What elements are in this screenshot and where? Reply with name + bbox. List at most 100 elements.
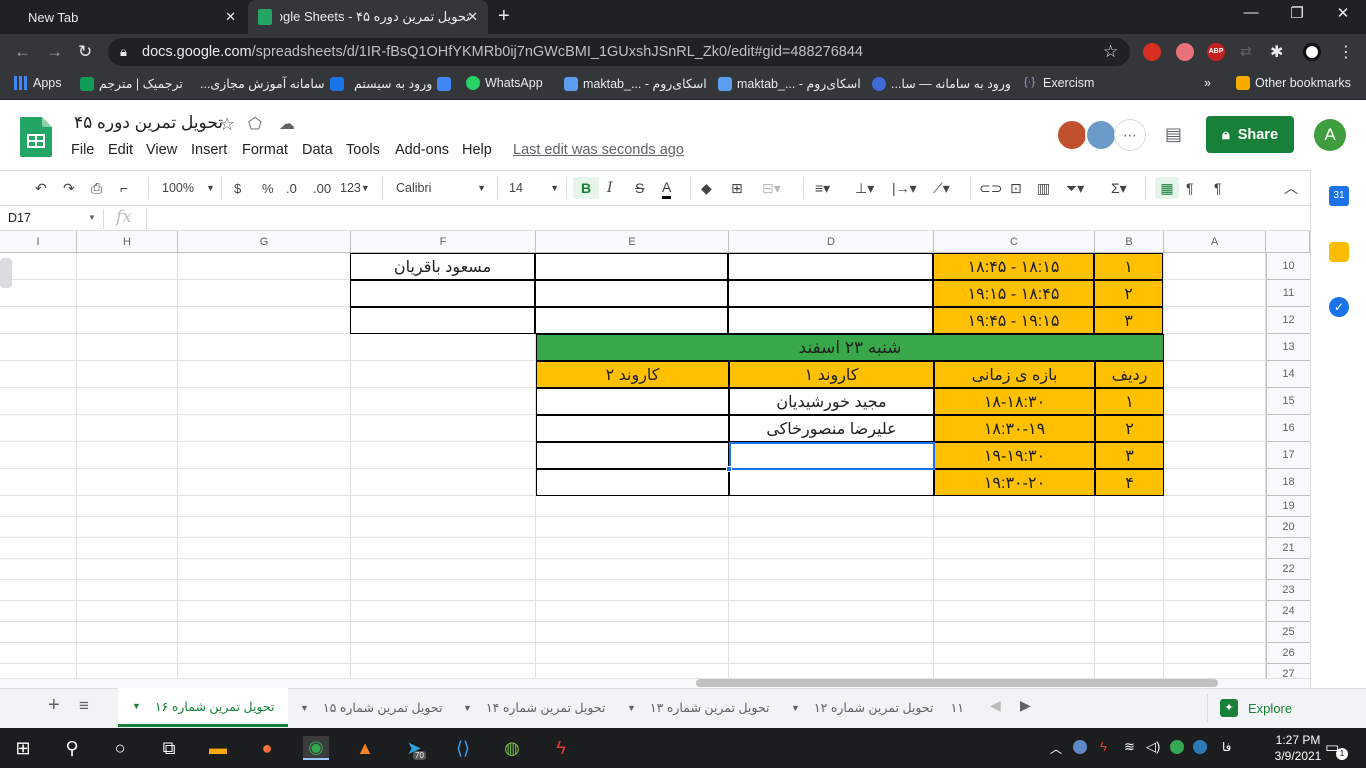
cell-G24[interactable] xyxy=(178,601,351,622)
row-header-15[interactable]: 15 xyxy=(1266,388,1310,415)
cell-A25[interactable] xyxy=(1164,622,1266,643)
borders-icon[interactable]: ⊞ xyxy=(731,177,743,199)
row-header-17[interactable]: 17 xyxy=(1266,442,1310,469)
forward-arrow-icon[interactable]: → xyxy=(46,42,63,62)
cell-I21[interactable] xyxy=(0,538,77,559)
bookmark-login[interactable]: ورود به سیستم xyxy=(354,76,452,91)
italic-icon[interactable]: I xyxy=(607,177,613,199)
cell-D14[interactable]: کاروند ۱ xyxy=(729,361,934,388)
row-header-25[interactable]: 25 xyxy=(1266,622,1310,643)
bookmark-tarjomic[interactable]: ترجمیک | مترجم xyxy=(80,76,183,91)
cell-A26[interactable] xyxy=(1164,643,1266,664)
cell-A19[interactable] xyxy=(1164,496,1266,517)
cell-B13[interactable]: شنبه ۲۳ اسفند xyxy=(536,334,1164,361)
sheet-tab-13[interactable]: تحویل تمرین شماره ۱۳ ▼ xyxy=(613,688,783,727)
text-rotation-icon[interactable]: ⟋▾ xyxy=(933,177,950,199)
cell-F20[interactable] xyxy=(351,517,536,538)
row-header-16[interactable]: 16 xyxy=(1266,415,1310,442)
explore-button[interactable]: ✦ Explore xyxy=(1207,694,1307,722)
grid-corner[interactable] xyxy=(1266,231,1310,253)
sheet-tab-15[interactable]: تحویل تمرین شماره ۱۵ ▼ xyxy=(286,688,456,727)
cell-B27[interactable] xyxy=(1095,664,1164,678)
cell-F11[interactable] xyxy=(350,280,535,307)
ltr-paragraph-icon[interactable]: ¶ xyxy=(1186,177,1194,199)
percent-format-button[interactable]: % xyxy=(262,177,274,199)
cell-C18[interactable]: ۱۹:۳۰-۲۰ xyxy=(934,469,1095,496)
cell-G23[interactable] xyxy=(178,580,351,601)
cell-F21[interactable] xyxy=(351,538,536,559)
row-header-26[interactable]: 26 xyxy=(1266,643,1310,664)
cell-C25[interactable] xyxy=(934,622,1095,643)
row-header-24[interactable]: 24 xyxy=(1266,601,1310,622)
cell-E15[interactable] xyxy=(536,388,729,415)
menu-help[interactable]: Help xyxy=(462,142,492,158)
cell-G25[interactable] xyxy=(178,622,351,643)
cell-I24[interactable] xyxy=(0,601,77,622)
close-tab-icon[interactable]: ✕ xyxy=(467,9,478,25)
text-wrapping-icon[interactable]: |→▾ xyxy=(892,177,917,199)
cell-H12[interactable] xyxy=(77,307,178,334)
bookmark-skyroom-2[interactable]: maktab_... - اسکای‌روم xyxy=(718,76,861,91)
close-tab-icon[interactable]: ✕ xyxy=(225,9,236,25)
close-window-icon[interactable]: ✕ xyxy=(1320,4,1366,22)
chevron-down-icon[interactable]: ▼ xyxy=(132,701,141,711)
cell-F18[interactable] xyxy=(351,469,536,496)
cell-E26[interactable] xyxy=(536,643,729,664)
cell-C22[interactable] xyxy=(934,559,1095,580)
cell-B12[interactable]: ۳ xyxy=(1094,307,1163,334)
row-header-23[interactable]: 23 xyxy=(1266,580,1310,601)
cell-B23[interactable] xyxy=(1095,580,1164,601)
cell-H15[interactable] xyxy=(77,388,178,415)
cell-I17[interactable] xyxy=(0,442,77,469)
menu-view[interactable]: View xyxy=(146,142,177,158)
more-formats-select[interactable]: 123 ▼ xyxy=(340,177,370,199)
minimize-window-icon[interactable]: — xyxy=(1228,4,1274,21)
menu-insert[interactable]: Insert xyxy=(191,142,227,158)
cell-E11[interactable] xyxy=(535,280,728,307)
new-tab-plus-icon[interactable]: + xyxy=(498,5,510,28)
cell-C15[interactable]: ۱۸-۱۸:۳۰ xyxy=(934,388,1095,415)
increase-decimal-button[interactable]: .00 xyxy=(313,177,331,199)
cell-E10[interactable] xyxy=(535,253,728,280)
document-title[interactable]: تحویل تمرین دوره ۴۵ xyxy=(74,113,223,133)
tray-app-icon[interactable] xyxy=(1193,740,1207,754)
decrease-decimal-button[interactable]: .0 xyxy=(286,177,297,199)
cell-F25[interactable] xyxy=(351,622,536,643)
sheet-tab-14[interactable]: تحویل تمرین شماره ۱۴ ▼ xyxy=(449,688,619,727)
row-header-12[interactable]: 12 xyxy=(1266,307,1310,334)
volume-icon[interactable]: ◁) xyxy=(1146,739,1160,755)
menu-data[interactable]: Data xyxy=(302,142,333,158)
cloud-saved-icon[interactable]: ☁ xyxy=(279,114,295,134)
row-header-20[interactable]: 20 xyxy=(1266,517,1310,538)
collapse-toolbar-chevron-icon[interactable]: ︿ xyxy=(1284,177,1298,199)
input-tools-icon[interactable]: ▦ xyxy=(1155,177,1179,199)
functions-icon[interactable]: Σ▾ xyxy=(1111,177,1127,199)
tray-app-icon[interactable] xyxy=(1073,740,1087,754)
cell-E25[interactable] xyxy=(536,622,729,643)
cell-I18[interactable] xyxy=(0,469,77,496)
cell-D12[interactable] xyxy=(728,307,933,334)
chevron-down-icon[interactable]: ▼ xyxy=(463,703,472,713)
cell-F15[interactable] xyxy=(351,388,536,415)
reload-icon[interactable]: ↻ xyxy=(78,42,92,62)
adblock-icon[interactable]: ABP xyxy=(1207,43,1225,61)
cell-I15[interactable] xyxy=(0,388,77,415)
cell-I14[interactable] xyxy=(0,361,77,388)
merge-cells-icon[interactable]: ⊟▾ xyxy=(762,177,781,199)
cell-B19[interactable] xyxy=(1095,496,1164,517)
cell-H13[interactable] xyxy=(77,334,178,361)
cell-A27[interactable] xyxy=(1164,664,1266,678)
cell-H23[interactable] xyxy=(77,580,178,601)
cell-G17[interactable] xyxy=(178,442,351,469)
column-header-h[interactable]: H xyxy=(77,231,178,253)
more-bookmarks-chevron-icon[interactable]: » xyxy=(1204,76,1211,90)
cell-F19[interactable] xyxy=(351,496,536,517)
cell-A12[interactable] xyxy=(1164,307,1266,334)
cell-E12[interactable] xyxy=(535,307,728,334)
vscode-icon[interactable]: ⟨⟩ xyxy=(450,736,476,760)
cell-G19[interactable] xyxy=(178,496,351,517)
column-header-i[interactable]: I xyxy=(0,231,77,253)
cell-B15[interactable]: ۱ xyxy=(1095,388,1164,415)
column-header-g[interactable]: G xyxy=(178,231,351,253)
star-icon[interactable]: ☆ xyxy=(219,114,235,135)
